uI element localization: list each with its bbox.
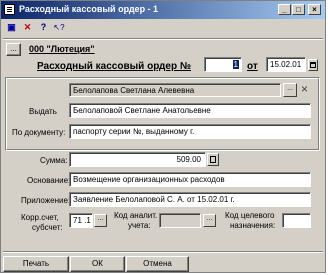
- org-name: 000 "Лютеция": [29, 44, 95, 54]
- ok-button[interactable]: ОК: [70, 256, 125, 272]
- document-app-icon: [4, 4, 15, 15]
- analytic-code-field[interactable]: [159, 213, 201, 228]
- print-button[interactable]: Печать: [3, 256, 69, 272]
- analytic-code-pick-button[interactable]: ...: [203, 214, 216, 227]
- bottom-divider: [3, 251, 323, 253]
- org-select-button[interactable]: ...: [6, 43, 21, 56]
- title-bar[interactable]: Расходный кассовый ордер - 1 _ □ ×: [1, 1, 325, 19]
- close-button[interactable]: ×: [308, 4, 321, 15]
- date-field[interactable]: 15.02.01: [266, 57, 306, 72]
- attachment-label: Приложение:: [21, 196, 71, 205]
- basis-field[interactable]: Возмещение организационных расходов: [69, 172, 311, 187]
- recipient-clear-icon[interactable]: ×: [301, 82, 308, 96]
- analytic-code-label-1: Код аналит.: [114, 211, 158, 220]
- issue-label: Выдать: [29, 107, 57, 116]
- target-code-label-2: назначения:: [230, 221, 276, 230]
- document-label: По документу:: [12, 128, 66, 137]
- target-code-field[interactable]: [282, 213, 311, 228]
- order-number-field[interactable]: 1: [204, 57, 242, 72]
- basis-label: Основание:: [27, 176, 71, 185]
- corr-account-pick-button[interactable]: ...: [94, 214, 107, 227]
- order-number-value: 1: [232, 60, 239, 69]
- calendar-icon[interactable]: [308, 59, 318, 71]
- issue-to-field[interactable]: Белолаповой Светлане Анатольевне: [69, 103, 311, 118]
- target-code-label-1: Код целевого: [225, 211, 275, 220]
- attachment-field[interactable]: Заявление Белолаповой С. А. от 15.02.01 …: [69, 192, 311, 207]
- help-pointer-toolbar-icon[interactable]: ↖?: [51, 21, 67, 34]
- save-toolbar-icon[interactable]: ▣: [5, 21, 18, 34]
- delete-toolbar-icon[interactable]: ✕: [21, 21, 34, 34]
- calculator-icon[interactable]: [207, 153, 219, 166]
- help-toolbar-icon[interactable]: ?: [37, 21, 50, 34]
- corr-account-label-1: Корр.счет,: [21, 213, 59, 222]
- document-field[interactable]: паспорту серии №, выданному г.: [69, 124, 311, 139]
- minimize-button[interactable]: _: [278, 4, 291, 15]
- recipient-pick-button[interactable]: ...: [283, 83, 297, 97]
- recipient-name-field[interactable]: Белолапова Светлана Алевевна: [69, 83, 281, 97]
- document-title: Расходный кассовый ордер №: [37, 61, 191, 72]
- sum-label: Сумма:: [40, 156, 68, 165]
- cancel-button[interactable]: Отмена: [126, 256, 189, 272]
- analytic-code-label-2: учета:: [128, 221, 151, 230]
- corr-account-field[interactable]: 71 .1: [69, 213, 93, 228]
- maximize-button[interactable]: □: [292, 4, 305, 15]
- toolbar-divider: [3, 38, 323, 40]
- date-prefix-label: от: [247, 61, 258, 72]
- sum-field[interactable]: 509.00: [69, 152, 206, 167]
- window-title: Расходный кассовый ордер - 1: [19, 4, 159, 14]
- corr-account-label-2: субсчет:: [32, 223, 63, 232]
- dialog-window: Расходный кассовый ордер - 1 _ □ × ▣ ✕ ?…: [0, 0, 326, 273]
